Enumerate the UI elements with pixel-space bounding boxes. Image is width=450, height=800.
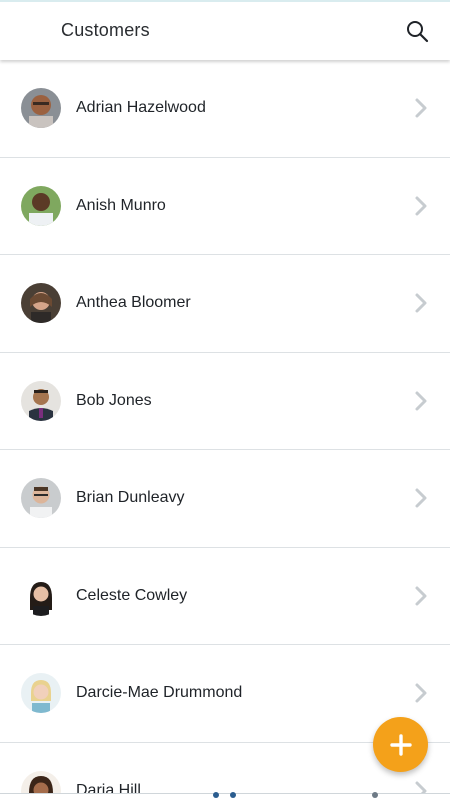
customer-list: Adrian Hazelwood Anish Munro Anthea Bloo…: [0, 60, 450, 800]
customer-row[interactable]: Bob Jones: [0, 353, 450, 450]
customer-name: Anthea Bloomer: [76, 294, 191, 312]
customer-name: Anish Munro: [76, 196, 166, 214]
chevron-right-icon: [415, 683, 427, 703]
add-customer-button[interactable]: [373, 717, 428, 772]
avatar: [21, 88, 61, 129]
avatar: [21, 673, 61, 714]
chevron-right-icon: [415, 391, 427, 411]
chevron-right-icon: [415, 98, 427, 118]
chevron-right-icon: [415, 196, 427, 216]
chevron-right-icon: [415, 293, 427, 313]
customer-row[interactable]: Anish Munro: [0, 158, 450, 255]
plus-icon: [389, 733, 412, 756]
customer-name: Darcie-Mae Drummond: [76, 684, 243, 702]
bottom-tab-bar: [0, 792, 450, 800]
customer-row[interactable]: Adrian Hazelwood: [0, 60, 450, 158]
customer-row[interactable]: Brian Dunleavy: [0, 450, 450, 548]
customer-name: Celeste Cowley: [76, 586, 188, 604]
customer-row[interactable]: Anthea Bloomer: [0, 255, 450, 353]
customer-row[interactable]: Celeste Cowley: [0, 548, 450, 645]
customer-name: Bob Jones: [76, 391, 152, 409]
avatar: [21, 185, 61, 226]
page-title: Customers: [61, 20, 150, 40]
tab-indicator-dot: [213, 792, 219, 798]
customer-name: Adrian Hazelwood: [76, 99, 206, 117]
tab-indicator-dot: [230, 792, 236, 798]
customer-name: Brian Dunleavy: [76, 489, 185, 507]
avatar: [21, 283, 61, 324]
search-button[interactable]: [404, 18, 430, 44]
search-icon: [407, 21, 429, 43]
avatar: [21, 478, 61, 519]
chevron-right-icon: [415, 488, 427, 508]
tab-indicator-dot: [372, 792, 378, 798]
avatar: [21, 575, 61, 616]
app-header: Customers: [0, 0, 450, 60]
chevron-right-icon: [415, 586, 427, 606]
avatar: [21, 380, 61, 421]
